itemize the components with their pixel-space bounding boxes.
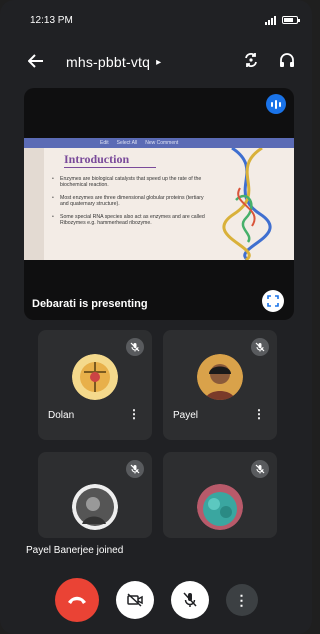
mic-off-icon bbox=[126, 338, 144, 356]
top-bar: mhs-pbbt-vtq ▸ bbox=[0, 44, 312, 80]
audio-level-icon bbox=[266, 94, 286, 114]
participant-name: Payel bbox=[173, 410, 199, 421]
switch-camera-icon[interactable] bbox=[242, 51, 260, 74]
mic-off-icon bbox=[126, 460, 144, 478]
battery-icon bbox=[282, 16, 300, 24]
mic-off-icon bbox=[251, 338, 269, 356]
participant-tile[interactable]: Dolan ⋮ bbox=[38, 330, 152, 440]
slide-bullets: Enzymes are biological catalysts that sp… bbox=[52, 176, 210, 232]
status-bar: 12:13 PM bbox=[0, 0, 312, 40]
presentation-tile[interactable]: Edit Select All New Comment Introduction… bbox=[24, 88, 294, 320]
slide-bullet: Enzymes are biological catalysts that sp… bbox=[52, 176, 210, 189]
participant-tile[interactable]: Payel ⋮ bbox=[163, 330, 277, 440]
slide-bullet: Some special RNA species also act as enz… bbox=[52, 214, 210, 227]
avatar bbox=[72, 354, 118, 400]
slide-bullet: Most enzymes are three dimensional globu… bbox=[52, 195, 210, 208]
presenter-label: Debarati is presenting bbox=[32, 298, 148, 310]
more-options-icon[interactable]: ⋮ bbox=[128, 408, 140, 420]
avatar bbox=[197, 354, 243, 400]
end-call-button[interactable] bbox=[54, 578, 99, 622]
back-arrow-icon[interactable] bbox=[27, 52, 52, 73]
shared-slide: Edit Select All New Comment Introduction… bbox=[24, 138, 294, 260]
fullscreen-icon bbox=[267, 295, 279, 307]
camera-toggle-button[interactable] bbox=[115, 581, 154, 619]
more-vert-icon: ⋮ bbox=[234, 592, 249, 608]
signal-icon bbox=[265, 15, 276, 25]
mic-off-icon bbox=[182, 592, 197, 607]
participant-tile[interactable] bbox=[163, 452, 277, 538]
more-options-icon[interactable]: ⋮ bbox=[253, 408, 265, 420]
participant-tile[interactable] bbox=[38, 452, 152, 538]
caret-right-icon[interactable]: ▸ bbox=[156, 57, 161, 68]
fullscreen-button[interactable] bbox=[262, 290, 284, 312]
camera-off-icon bbox=[126, 593, 143, 607]
join-notification: Payel Banerjee joined bbox=[26, 545, 124, 556]
status-time: 12:13 PM bbox=[30, 14, 73, 26]
slide-toolbar: Edit Select All New Comment bbox=[24, 138, 294, 148]
speaker-headphones-icon[interactable] bbox=[278, 51, 296, 74]
avatar bbox=[197, 484, 243, 530]
dna-helix-image bbox=[222, 148, 272, 260]
meeting-code[interactable]: mhs-pbbt-vtq bbox=[66, 54, 150, 70]
participant-name: Dolan bbox=[48, 410, 75, 421]
hang-up-icon bbox=[67, 596, 86, 604]
mic-toggle-button[interactable] bbox=[170, 581, 209, 619]
mic-off-icon bbox=[251, 460, 269, 478]
avatar bbox=[72, 484, 118, 530]
slide-title: Introduction bbox=[64, 152, 130, 166]
meet-screen: 12:13 PM mhs-pbbt-vtq ▸ Edit Select All bbox=[0, 0, 312, 634]
call-controls: ⋮ bbox=[0, 566, 312, 634]
more-options-button[interactable]: ⋮ bbox=[225, 584, 258, 616]
